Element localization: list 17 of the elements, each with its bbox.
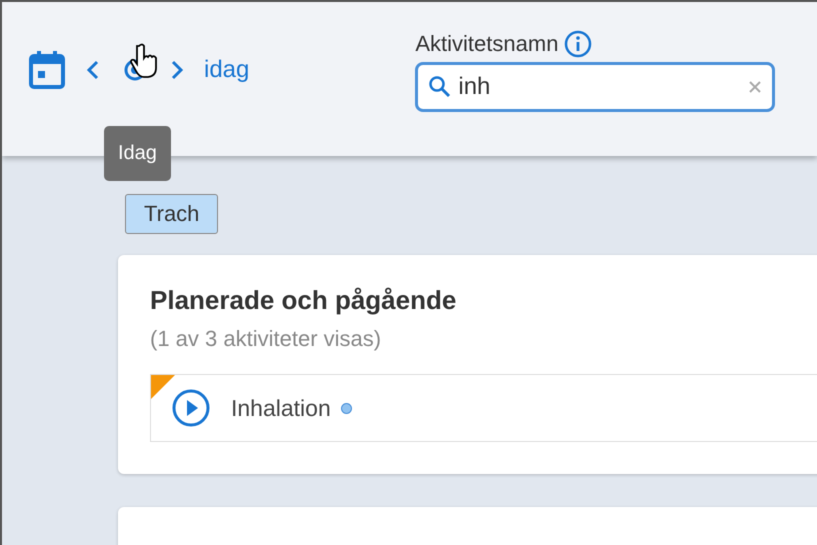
search-field[interactable]: inh — [415, 62, 776, 112]
field-label: Aktivitetsnamn — [415, 31, 558, 57]
tooltip: Idag — [104, 126, 171, 181]
play-icon[interactable] — [171, 388, 211, 428]
hand-cursor-icon — [130, 43, 160, 79]
clear-icon[interactable] — [748, 80, 762, 94]
activity-name: Inhalation — [231, 394, 331, 422]
section-subtitle: (1 av 3 aktiviteter visas) — [150, 326, 382, 352]
activity-row[interactable]: Inhalation — [150, 374, 817, 442]
info-icon[interactable] — [564, 30, 592, 58]
filter-tag[interactable]: Trach — [125, 194, 218, 234]
calendar-icon[interactable] — [28, 50, 66, 90]
chevron-left-icon[interactable] — [86, 60, 100, 80]
chevron-right-icon[interactable] — [170, 60, 184, 80]
today-link[interactable]: idag — [204, 56, 250, 84]
search-icon — [428, 75, 452, 99]
section-title: Planerade och pågående — [150, 285, 458, 316]
